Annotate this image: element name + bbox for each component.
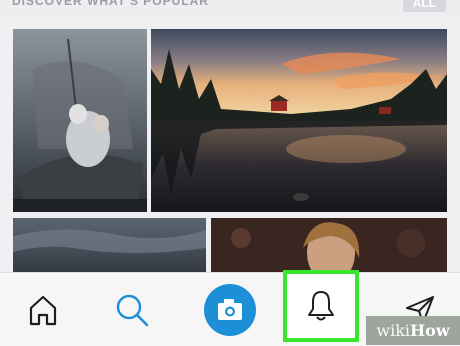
storm-photo-image <box>13 218 206 278</box>
wikihow-watermark: wiki How <box>366 316 460 345</box>
tab-home[interactable] <box>8 273 78 346</box>
grid-photo-portrait[interactable] <box>211 218 447 278</box>
tab-search[interactable] <box>97 273 167 346</box>
grid-photo-boat[interactable] <box>13 29 147 212</box>
section-title: DISCOVER WHAT'S POPULAR <box>12 0 209 8</box>
portrait-photo-image <box>211 218 447 278</box>
section-header: DISCOVER WHAT'S POPULAR ALL <box>0 0 460 18</box>
bell-icon <box>308 291 334 321</box>
tab-camera[interactable] <box>195 273 265 346</box>
boat-photo-image <box>13 29 147 212</box>
camera-icon <box>204 283 256 336</box>
see-all-button[interactable]: ALL <box>402 0 446 12</box>
lake-photo-image <box>151 29 447 212</box>
search-icon <box>116 294 149 326</box>
grid-photo-storm[interactable] <box>13 218 206 278</box>
watermark-wiki: wiki <box>376 321 411 340</box>
tab-notifications-highlight[interactable] <box>283 270 359 342</box>
grid-photo-lake[interactable] <box>151 29 447 212</box>
watermark-how: How <box>410 321 450 340</box>
home-icon <box>29 295 57 325</box>
